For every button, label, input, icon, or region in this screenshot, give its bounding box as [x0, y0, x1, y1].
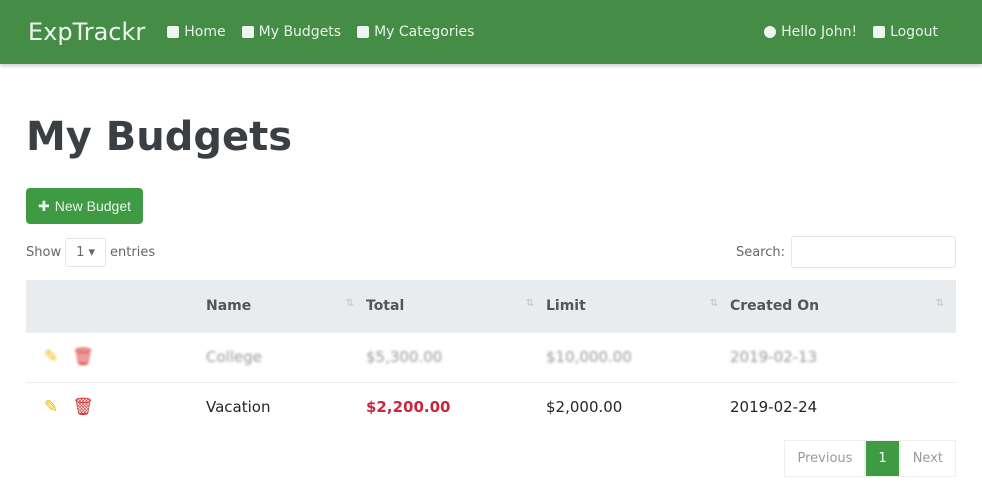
navbar: ExpTrackr Home My Budgets My Categories …	[0, 0, 982, 64]
cell-total: $2,200.00	[366, 381, 546, 432]
greeting-label: Hello John!	[781, 24, 858, 40]
nav-my-categories[interactable]: My Categories	[357, 24, 474, 40]
page-1-button[interactable]: 1	[865, 440, 900, 477]
cell-limit: $10,000.00	[546, 331, 730, 382]
home-icon	[167, 26, 180, 38]
cell-name: Vacation	[206, 381, 366, 432]
user-greeting[interactable]: Hello John!	[764, 24, 857, 40]
previous-button[interactable]: Previous	[784, 440, 866, 477]
logout-icon	[873, 26, 886, 38]
header-name[interactable]: Name ⇅	[206, 280, 366, 332]
nav-categories-label: My Categories	[374, 24, 475, 40]
list-icon	[357, 26, 370, 38]
next-button[interactable]: Next	[899, 440, 956, 477]
entries-select[interactable]: 1 ▾	[65, 237, 107, 267]
trash-icon[interactable]: 🗑	[72, 397, 94, 417]
nav-budgets-label: My Budgets	[258, 24, 342, 40]
cell-created: 2019-02-24	[730, 381, 956, 432]
page-title: My Budgets	[26, 114, 293, 160]
plus-icon: ✚	[38, 197, 50, 214]
table-row: ✎ 🗑 Vacation $2,200.00 $2,000.00 2019-02-…	[26, 381, 956, 432]
edit-icon[interactable]: ✎	[44, 347, 58, 367]
new-budget-label: New Budget	[54, 198, 132, 214]
new-budget-button[interactable]: ✚ New Budget	[26, 188, 144, 224]
search-input[interactable]	[791, 236, 956, 268]
cell-created: 2019-02-13	[730, 331, 956, 382]
header-total[interactable]: Total ⇅	[366, 280, 546, 332]
header-actions	[26, 280, 206, 332]
header-limit[interactable]: Limit ⇅	[546, 280, 730, 332]
nav-home-label: Home	[184, 24, 226, 40]
header-created-on[interactable]: Created On ⇅	[730, 280, 956, 332]
entries-label: entries	[110, 244, 156, 260]
cell-limit: $2,000.00	[546, 381, 730, 432]
nav-my-budgets[interactable]: My Budgets	[241, 24, 342, 40]
user-icon	[764, 26, 777, 38]
logout-link[interactable]: Logout	[873, 24, 938, 40]
nav-home[interactable]: Home	[167, 24, 226, 40]
trash-icon[interactable]: 🗑	[72, 347, 94, 367]
budgets-table: Name ⇅ Total ⇅ Limit ⇅ Created On ⇅ ✎ 🗑 Colle…	[26, 280, 956, 432]
edit-icon[interactable]: ✎	[44, 397, 58, 417]
table-row: ✎ 🗑 College $5,300.00 $10,000.00 2019-02-…	[26, 331, 956, 382]
show-label: Show	[26, 244, 62, 260]
pagination: Previous 1 Next	[26, 440, 956, 477]
entries-value: 1	[76, 244, 85, 260]
brand-logo[interactable]: ExpTrackr	[28, 18, 145, 46]
logout-label: Logout	[890, 24, 938, 40]
cell-name: College	[206, 331, 366, 382]
search-label: Search:	[735, 244, 785, 260]
cell-total: $5,300.00	[366, 331, 546, 382]
dollar-icon	[241, 26, 254, 38]
